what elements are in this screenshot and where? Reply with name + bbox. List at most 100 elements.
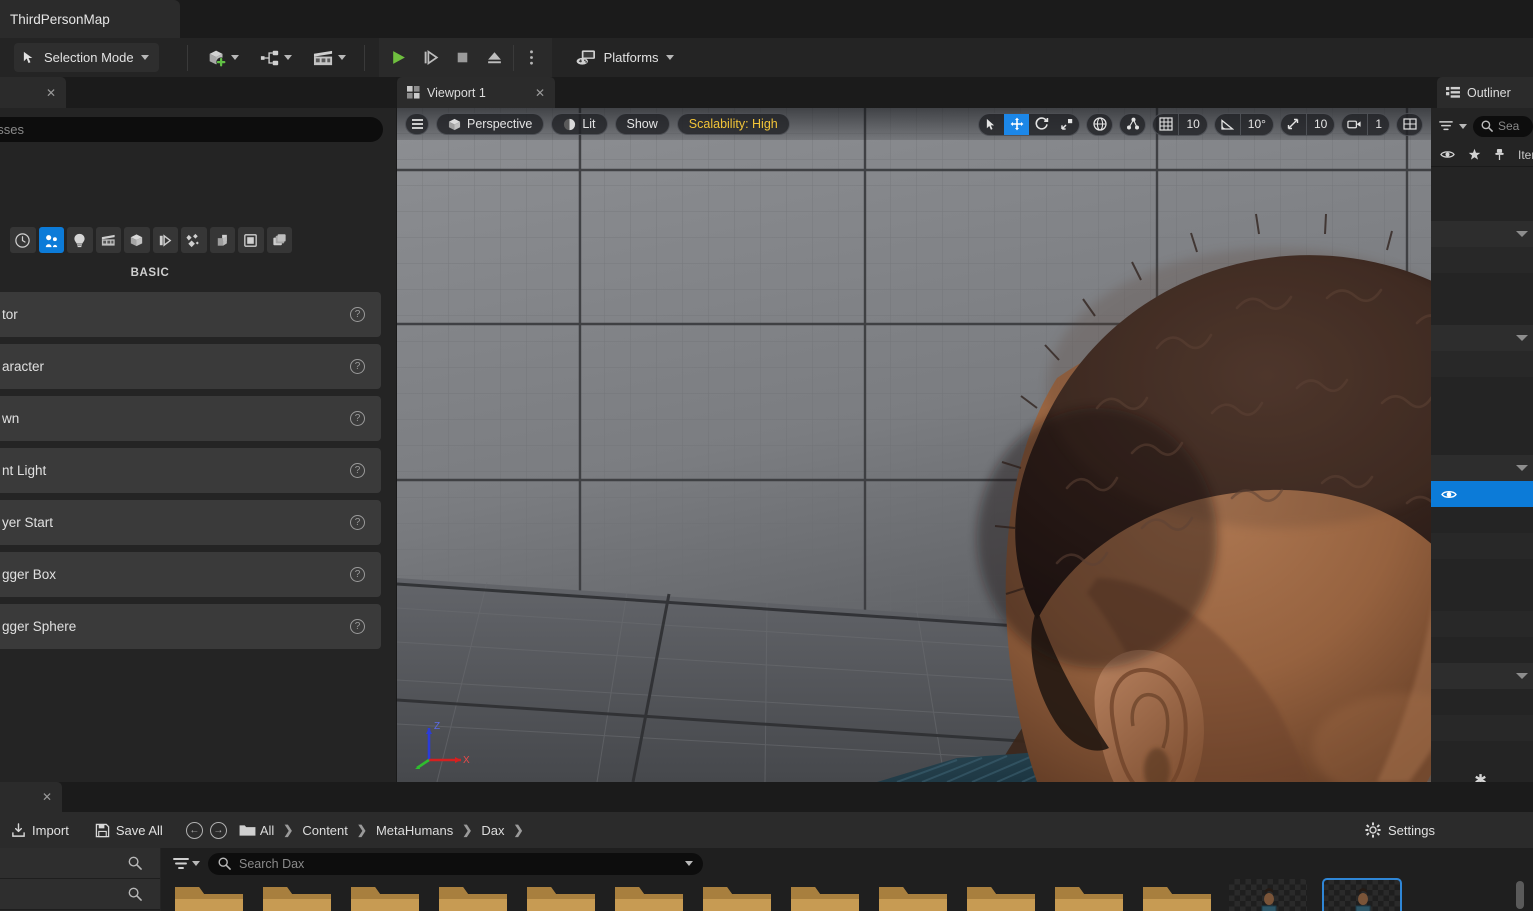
help-icon[interactable]: ? xyxy=(350,567,365,582)
help-icon[interactable]: ? xyxy=(350,411,365,426)
table-row[interactable] xyxy=(1431,273,1533,299)
breadcrumb-item-all[interactable]: All xyxy=(256,823,278,838)
folder-item[interactable] xyxy=(613,879,685,911)
import-button[interactable]: Import xyxy=(2,816,78,844)
scale-tool-button[interactable] xyxy=(1054,114,1079,135)
expand-triangle-icon[interactable] xyxy=(1516,335,1528,341)
select-tool-button[interactable] xyxy=(979,114,1004,135)
angle-icon[interactable] xyxy=(1215,114,1240,135)
close-icon[interactable]: ✕ xyxy=(42,790,52,804)
eye-icon[interactable] xyxy=(1441,489,1457,500)
table-row[interactable] xyxy=(1431,299,1533,325)
folder-item[interactable] xyxy=(877,879,949,911)
breadcrumb-item-dax[interactable]: Dax xyxy=(477,823,508,838)
close-icon[interactable]: ✕ xyxy=(46,86,56,100)
nav-back-button[interactable]: ← xyxy=(185,821,203,839)
translate-tool-button[interactable] xyxy=(1004,113,1030,135)
table-row[interactable] xyxy=(1431,169,1533,195)
asset-item-selected[interactable] xyxy=(1322,878,1402,911)
viewport-3d-canvas[interactable]: Perspective Lit Show Scalability: High 1… xyxy=(397,108,1431,782)
selection-mode-button[interactable]: Selection Mode xyxy=(14,43,159,72)
eye-icon[interactable] xyxy=(1440,149,1455,160)
table-row[interactable] xyxy=(1431,325,1533,351)
camera-speed-value[interactable]: 1 xyxy=(1367,113,1389,135)
folder-item[interactable] xyxy=(789,879,861,911)
stop-button[interactable] xyxy=(447,43,479,73)
project-tab[interactable]: ThirdPersonMap xyxy=(0,0,180,38)
chevron-down-icon[interactable] xyxy=(685,861,693,866)
filter-icon[interactable] xyxy=(1439,120,1453,132)
table-row[interactable] xyxy=(1431,559,1533,585)
expand-triangle-icon[interactable] xyxy=(1516,673,1528,679)
category-visual-effects[interactable] xyxy=(152,227,178,253)
category-recently-placed[interactable] xyxy=(10,227,36,253)
tab-outliner[interactable]: Outliner xyxy=(1437,77,1533,108)
camera-speed-group[interactable]: 1 xyxy=(1341,112,1390,136)
cinematics-button[interactable] xyxy=(308,43,350,73)
folder-item[interactable] xyxy=(349,879,421,911)
folder-item[interactable] xyxy=(261,879,333,911)
chevron-right-icon[interactable]: ❯ xyxy=(508,823,528,837)
list-item[interactable]: aracter ? xyxy=(0,344,381,389)
category-geometry[interactable] xyxy=(238,227,264,253)
table-row-selected[interactable] xyxy=(1431,481,1533,507)
camera-icon[interactable] xyxy=(1342,114,1367,135)
list-item[interactable]: yer Start ? xyxy=(0,500,381,545)
skip-button[interactable] xyxy=(415,43,447,73)
folder-item[interactable] xyxy=(701,879,773,911)
grid-snap-group[interactable]: 10 xyxy=(1152,112,1208,136)
save-all-button[interactable]: Save All xyxy=(86,816,172,844)
table-row[interactable] xyxy=(1431,533,1533,559)
help-icon[interactable]: ? xyxy=(350,515,365,530)
scale-snap-group[interactable]: 10 xyxy=(1279,112,1336,136)
table-row[interactable] xyxy=(1431,377,1533,403)
table-row[interactable] xyxy=(1431,715,1533,741)
surface-snapping-button[interactable] xyxy=(1119,112,1147,136)
folder-icon[interactable] xyxy=(239,823,256,837)
grid-snap-icon[interactable] xyxy=(1153,114,1178,135)
tree-search-input-2[interactable] xyxy=(0,879,160,910)
rotation-snap-group[interactable]: 10° xyxy=(1213,112,1274,136)
category-all-classes[interactable] xyxy=(209,227,235,253)
folder-item[interactable] xyxy=(173,879,245,911)
category-panels[interactable] xyxy=(266,227,292,253)
folder-item[interactable] xyxy=(1141,879,1213,911)
chevron-down-icon[interactable] xyxy=(1459,123,1467,129)
nav-forward-button[interactable]: → xyxy=(209,821,227,839)
folder-item[interactable] xyxy=(525,879,597,911)
rotate-tool-button[interactable] xyxy=(1029,114,1054,135)
more-options-button[interactable] xyxy=(516,43,548,73)
table-row[interactable] xyxy=(1431,689,1533,715)
table-row[interactable] xyxy=(1431,221,1533,247)
tab-viewport-1[interactable]: Viewport 1 ✕ xyxy=(397,77,555,108)
perspective-button[interactable]: Perspective xyxy=(436,113,545,135)
scalability-button[interactable]: Scalability: High xyxy=(676,113,790,135)
category-volumes[interactable] xyxy=(181,227,207,253)
table-row[interactable] xyxy=(1431,637,1533,663)
breadcrumb-item-metahumans[interactable]: MetaHumans xyxy=(372,823,457,838)
help-icon[interactable]: ? xyxy=(350,359,365,374)
content-browser-settings-button[interactable]: Settings xyxy=(1355,816,1445,844)
show-button[interactable]: Show xyxy=(614,113,670,135)
viewport-layout-button[interactable] xyxy=(1396,112,1423,136)
tab-place-actors[interactable]: s ✕ xyxy=(0,77,66,108)
list-item[interactable]: gger Sphere ? xyxy=(0,604,381,649)
tree-search-input-1[interactable] xyxy=(0,848,160,879)
place-actors-search-input[interactable]: asses xyxy=(0,117,383,142)
tab-content-browser[interactable]: wser ✕ xyxy=(0,782,62,812)
rotation-snap-value[interactable]: 10° xyxy=(1239,113,1273,135)
table-row[interactable] xyxy=(1431,611,1533,637)
scale-snap-value[interactable]: 10 xyxy=(1305,113,1334,135)
help-icon[interactable]: ? xyxy=(350,463,365,478)
category-basic[interactable] xyxy=(38,227,64,253)
list-item[interactable]: wn ? xyxy=(0,396,381,441)
close-icon[interactable]: ✕ xyxy=(535,86,545,100)
help-icon[interactable]: ? xyxy=(350,619,365,634)
table-row[interactable] xyxy=(1431,429,1533,455)
table-row[interactable] xyxy=(1431,585,1533,611)
table-row[interactable] xyxy=(1431,247,1533,273)
add-actor-button[interactable] xyxy=(202,43,243,73)
table-row[interactable] xyxy=(1431,195,1533,221)
expand-triangle-icon[interactable] xyxy=(1516,465,1528,471)
star-icon[interactable] xyxy=(1468,148,1481,161)
